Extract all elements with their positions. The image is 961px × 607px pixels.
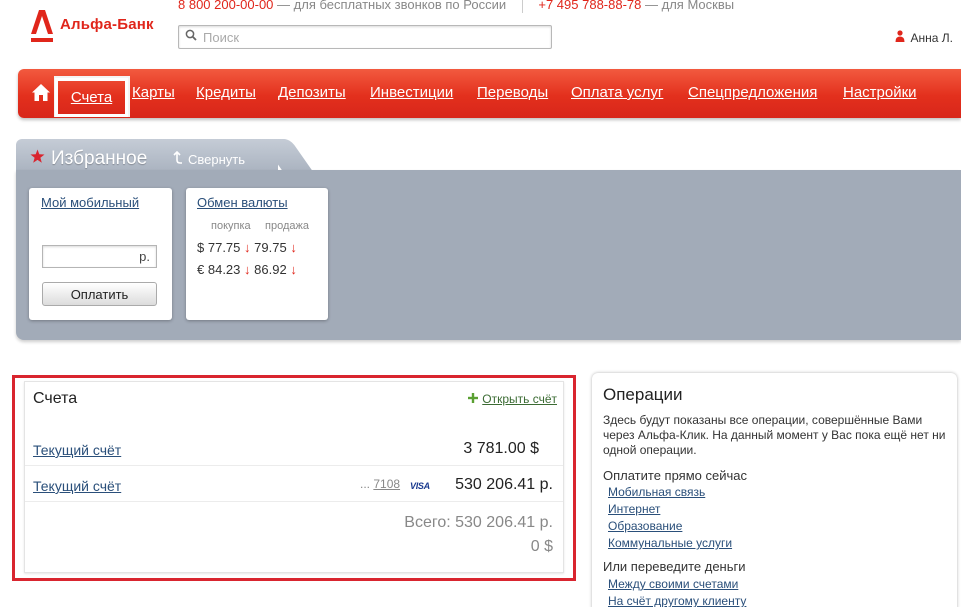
favorites-title-text: Избранное: [51, 148, 148, 169]
link-education[interactable]: Образование: [608, 519, 682, 533]
phone-moscow-note: — для Москвы: [645, 0, 735, 12]
accounts-highlight: Счета Открыть счёт Текущий счёт 3 781.00…: [12, 375, 576, 581]
link-other-client[interactable]: На счёт другому клиенту: [608, 594, 746, 607]
fx-symbol: $: [197, 240, 205, 255]
card-prefix: ...: [360, 477, 371, 491]
currency-exchange-link[interactable]: Обмен валюты: [197, 195, 288, 210]
nav-accounts[interactable]: Счета: [55, 78, 128, 117]
arrow-down-icon: ↓: [244, 240, 251, 255]
nav-special-offers[interactable]: Спецпредложения: [688, 84, 817, 101]
open-account-link[interactable]: Открыть счёт: [482, 392, 557, 406]
fx-buy: 84.23: [207, 262, 241, 277]
fx-sell: 86.92: [254, 262, 287, 277]
arrow-down-icon: ↓: [290, 262, 297, 277]
search-box[interactable]: [178, 25, 552, 49]
link-mobile[interactable]: Мобильная связь: [608, 485, 705, 499]
mobile-amount-input[interactable]: р.: [42, 245, 157, 268]
card-number-link: 7108: [373, 477, 401, 491]
phone-moscow: +7 495 788-88-78: [538, 0, 642, 12]
fx-symbol: €: [197, 262, 205, 277]
total-rub: Всего: 530 206.41 р.: [404, 514, 553, 532]
fx-buy: 77.75: [207, 240, 241, 255]
accounts-panel: Счета Открыть счёт Текущий счёт 3 781.00…: [24, 381, 564, 573]
fx-col-sell: продажа: [265, 220, 309, 232]
alfa-logo-icon: [30, 8, 54, 44]
arrow-down-icon: ↓: [244, 262, 251, 277]
accounts-title: Счета: [33, 390, 78, 407]
logo-text: Альфа-Банк: [60, 16, 154, 33]
plus-icon: [468, 392, 479, 406]
amount-currency: р.: [139, 249, 150, 264]
main-nav: Счета Карты Кредиты Депозиты Инвестиции …: [18, 69, 961, 118]
nav-transfers[interactable]: Переводы: [477, 84, 548, 101]
link-internet[interactable]: Интернет: [608, 502, 660, 516]
nav-settings[interactable]: Настройки: [843, 84, 917, 101]
nav-investments[interactable]: Инвестиции: [370, 84, 453, 101]
arrow-down-icon: ↓: [290, 240, 297, 255]
phone-free: 8 800 200-00-00: [178, 0, 274, 12]
user-menu[interactable]: Анна Л.: [895, 30, 953, 45]
operations-title: Операции: [603, 385, 683, 404]
card-number[interactable]: ... 7108: [360, 477, 400, 491]
pay-now-title: Оплатите прямо сейчас: [603, 468, 747, 483]
nav-payments[interactable]: Оплата услуг: [571, 84, 663, 101]
nav-deposits[interactable]: Депозиты: [278, 84, 346, 101]
account-amount: 530 206.41 р.: [455, 476, 553, 493]
alfa-bank-logo[interactable]: Альфа-Банк: [30, 8, 154, 44]
account-row: Текущий счёт 3 781.00 $: [25, 430, 563, 466]
total-rub-value: 530 206.41 р.: [455, 514, 553, 531]
phone-separator: [521, 0, 523, 13]
open-account-button[interactable]: Открыть счёт: [468, 392, 557, 406]
collapse-arrow-icon: [172, 150, 183, 168]
search-icon: [185, 28, 197, 46]
search-input[interactable]: [203, 29, 543, 45]
collapse-label: Свернуть: [188, 152, 246, 167]
link-own-accounts[interactable]: Между своими счетами: [608, 577, 738, 591]
fx-row-usd: $ 77.75 ↓ 79.75 ↓: [197, 240, 297, 255]
operations-description: Здесь будут показаны все операции, совер…: [603, 413, 946, 457]
favorites-title: Избранное: [30, 148, 147, 170]
nav-credits[interactable]: Кредиты: [196, 84, 256, 101]
operations-panel: Операции Здесь будут показаны все операц…: [592, 373, 957, 607]
total-label: Всего:: [404, 514, 451, 531]
home-icon[interactable]: [31, 83, 51, 107]
link-utilities[interactable]: Коммунальные услуги: [608, 536, 732, 550]
visa-icon: VISA: [410, 481, 430, 491]
header-phones: 8 800 200-00-00 — для бесплатных звонков…: [178, 0, 734, 13]
account-name-link[interactable]: Текущий счёт: [33, 442, 121, 458]
account-name-link[interactable]: Текущий счёт: [33, 478, 121, 494]
my-mobile-link[interactable]: Мой мобильный: [41, 195, 139, 210]
user-icon: [895, 30, 905, 45]
fx-row-eur: € 84.23 ↓ 86.92 ↓: [197, 262, 297, 277]
favorites-collapse[interactable]: Свернуть: [172, 150, 246, 168]
account-row: Текущий счёт ... 7108 VISA 530 206.41 р.: [25, 466, 563, 502]
account-amount: 3 781.00 $: [463, 440, 539, 457]
star-icon: [30, 148, 45, 170]
user-name: Анна Л.: [910, 30, 953, 45]
currency-exchange-widget: Обмен валюты покупка продажа $ 77.75 ↓ 7…: [186, 188, 328, 320]
transfer-title: Или переведите деньги: [603, 559, 746, 574]
total-usd: 0 $: [530, 538, 553, 555]
my-mobile-widget: Мой мобильный р. Оплатить: [29, 188, 172, 320]
fx-sell: 79.75: [254, 240, 287, 255]
fx-col-buy: покупка: [211, 220, 251, 232]
pay-button[interactable]: Оплатить: [42, 282, 157, 306]
phone-free-note: — для бесплатных звонков по России: [277, 0, 507, 12]
nav-cards[interactable]: Карты: [132, 84, 175, 101]
